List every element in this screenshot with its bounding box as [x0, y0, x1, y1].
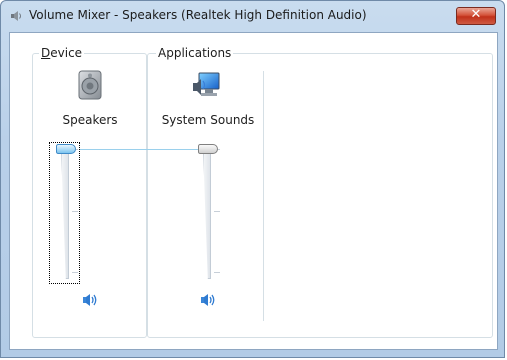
slider-tick [214, 272, 220, 273]
channel-name-system-sounds: System Sounds [161, 113, 255, 127]
window-title: Volume Mixer - Speakers (Realtek High De… [29, 8, 367, 22]
channel-speakers: Speakers [40, 69, 140, 319]
speakers-slider-thumb[interactable] [56, 144, 76, 154]
slider-tick [214, 211, 220, 212]
close-icon: ✕ [470, 7, 482, 22]
volume-mixer-window: Volume Mixer - Speakers (Realtek High De… [0, 0, 505, 358]
applications-divider [263, 71, 264, 321]
channel-system-sounds: System Sounds [158, 69, 258, 319]
device-group-label: Device [39, 46, 85, 60]
system-sounds-slider-thumb[interactable] [198, 144, 218, 154]
speakers-slider-track [61, 149, 69, 279]
speaker-device-icon [78, 70, 102, 100]
channel-name-speakers: Speakers [62, 113, 118, 127]
speaker-volume-icon[interactable] [198, 291, 218, 309]
title-bar[interactable]: Volume Mixer - Speakers (Realtek High De… [1, 1, 506, 31]
system-sounds-volume-slider[interactable] [192, 143, 222, 291]
applications-group-label: Applications [156, 46, 234, 60]
close-button[interactable]: ✕ [456, 7, 496, 25]
speaker-volume-icon[interactable] [80, 291, 100, 309]
mixer-client-area: Device Applications Speakers System Soun… [9, 32, 498, 350]
system-sounds-slider-track [203, 149, 211, 279]
slider-tick [72, 211, 78, 212]
slider-tick [72, 272, 78, 273]
system-sounds-icon [193, 72, 220, 96]
volume-mixer-app-icon [11, 11, 21, 21]
speakers-volume-slider[interactable] [50, 143, 80, 291]
